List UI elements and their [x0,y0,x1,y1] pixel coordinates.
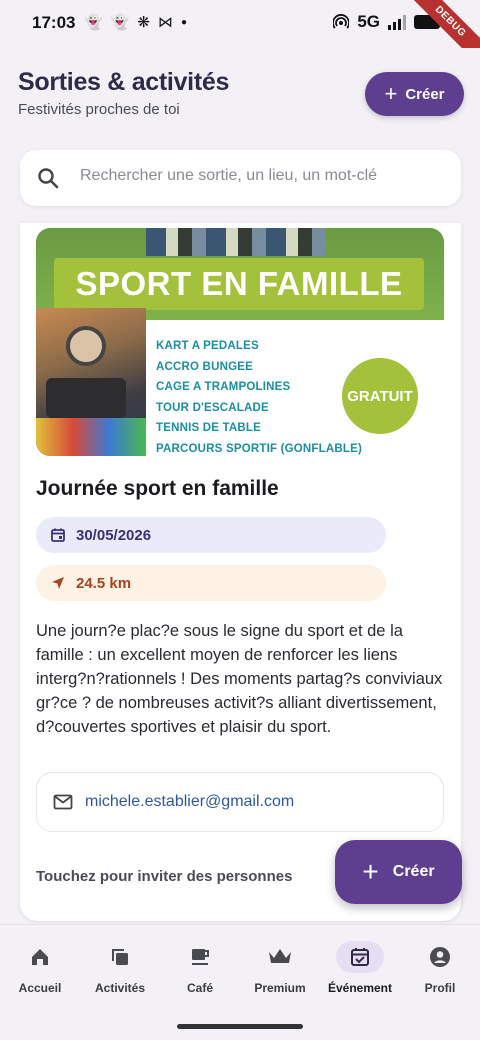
bottom-navigation: Accueil Activités Café Premium Événement… [0,924,480,1040]
email-link[interactable]: michele.establier@gmail.com [85,793,294,811]
page-subtitle: Festivités proches de toi [18,101,180,118]
copy-icon [112,949,128,965]
free-badge: GRATUIT [342,358,418,434]
poster-activity: PARCOURS SPORTIF (GONFLABLE) [156,442,362,455]
openai-icon: ❋ [137,14,150,31]
poster-activity: TOUR D'ESCALADE [156,401,269,414]
coffee-icon [192,949,209,965]
child-helmet [66,326,106,366]
search-bar[interactable] [20,150,461,206]
navigation-arrow-icon [52,577,64,589]
snapchat-icon: 👻 [110,14,130,31]
nav-item-activites[interactable]: Activités [80,941,160,995]
search-icon [38,168,59,189]
plus-icon: + [384,81,398,106]
network-label: 5G [357,12,380,31]
nav-label: Café [186,981,213,995]
nav-item-premium[interactable]: Premium [240,941,320,995]
capcut-icon: ⋈ [157,14,173,31]
search-input[interactable] [80,167,450,185]
event-date: 30/05/2026 [76,526,152,544]
toy-blocks [36,418,146,456]
nav-label: Événement [327,981,393,995]
go-kart [46,378,126,418]
mail-icon [53,794,73,810]
poster-banner-text: SPORT EN FAMILLE [75,265,403,302]
home-icon [32,949,48,965]
header: Sorties & activités Festivités proches d… [0,48,480,223]
event-description: Une journ?e plac?e sous le signe du spor… [36,622,443,736]
hotspot-icon [333,14,350,29]
event-poster[interactable]: SPORT EN FAMILLE KART A PEDALES ACCRO BU… [36,228,444,456]
create-button-label: Créer [405,85,445,103]
dot-icon: ● [180,17,187,28]
notification-icons: 👻 👻 ❋ ⋈ ● [84,13,187,33]
nav-label: Activités [94,981,146,995]
nav-item-accueil[interactable]: Accueil [0,941,80,995]
poster-people-photo [146,228,326,256]
create-fab-label: Créer [392,863,435,880]
plus-icon: + [362,856,379,887]
status-bar: 17:03 👻 👻 ❋ ⋈ ● 5G DEBUG [0,0,480,72]
poster-activity: CAGE A TRAMPOLINES [156,381,291,393]
create-fab[interactable]: + Créer [335,840,462,904]
poster-activity-list: KART A PEDALES ACCRO BUNGEE CAGE A TRAMP… [156,336,362,456]
nav-item-evenement[interactable]: Événement [320,941,400,995]
page-title: Sorties & activités [18,68,230,96]
event-card[interactable]: SPORT EN FAMILLE KART A PEDALES ACCRO BU… [20,223,461,921]
nav-item-profil[interactable]: Profil [400,941,480,995]
nav-item-cafe[interactable]: Café [160,941,240,995]
event-icon [351,948,369,966]
poster-activity: TENNIS DE TABLE [156,422,262,434]
signal-icon [388,14,406,30]
poster-activity: KART A PEDALES [156,340,259,352]
event-title: Journée sport en famille [36,477,279,500]
invite-people-text[interactable]: Touchez pour inviter des personnes [36,868,292,885]
status-right: 5G [333,12,443,32]
nav-label: Accueil [18,981,62,995]
date-chip: 30/05/2026 [36,517,386,553]
crown-icon [269,949,291,963]
snapchat-icon: 👻 [84,14,103,31]
event-distance: 24.5 km [76,574,132,592]
poster-activity: ACCRO BUNGEE [156,360,253,373]
calendar-icon [51,528,65,542]
contact-email[interactable]: michele.establier@gmail.com [36,772,444,832]
account-icon [430,947,450,967]
status-time: 17:03 [32,13,76,32]
poster-banner: SPORT EN FAMILLE [54,258,424,310]
nav-label: Premium [254,981,306,995]
poster-kart-photo [36,308,146,456]
create-button[interactable]: + Créer [365,72,464,116]
home-indicator[interactable] [177,1024,303,1029]
distance-chip: 24.5 km [36,565,386,601]
nav-label: Profil [424,981,456,995]
